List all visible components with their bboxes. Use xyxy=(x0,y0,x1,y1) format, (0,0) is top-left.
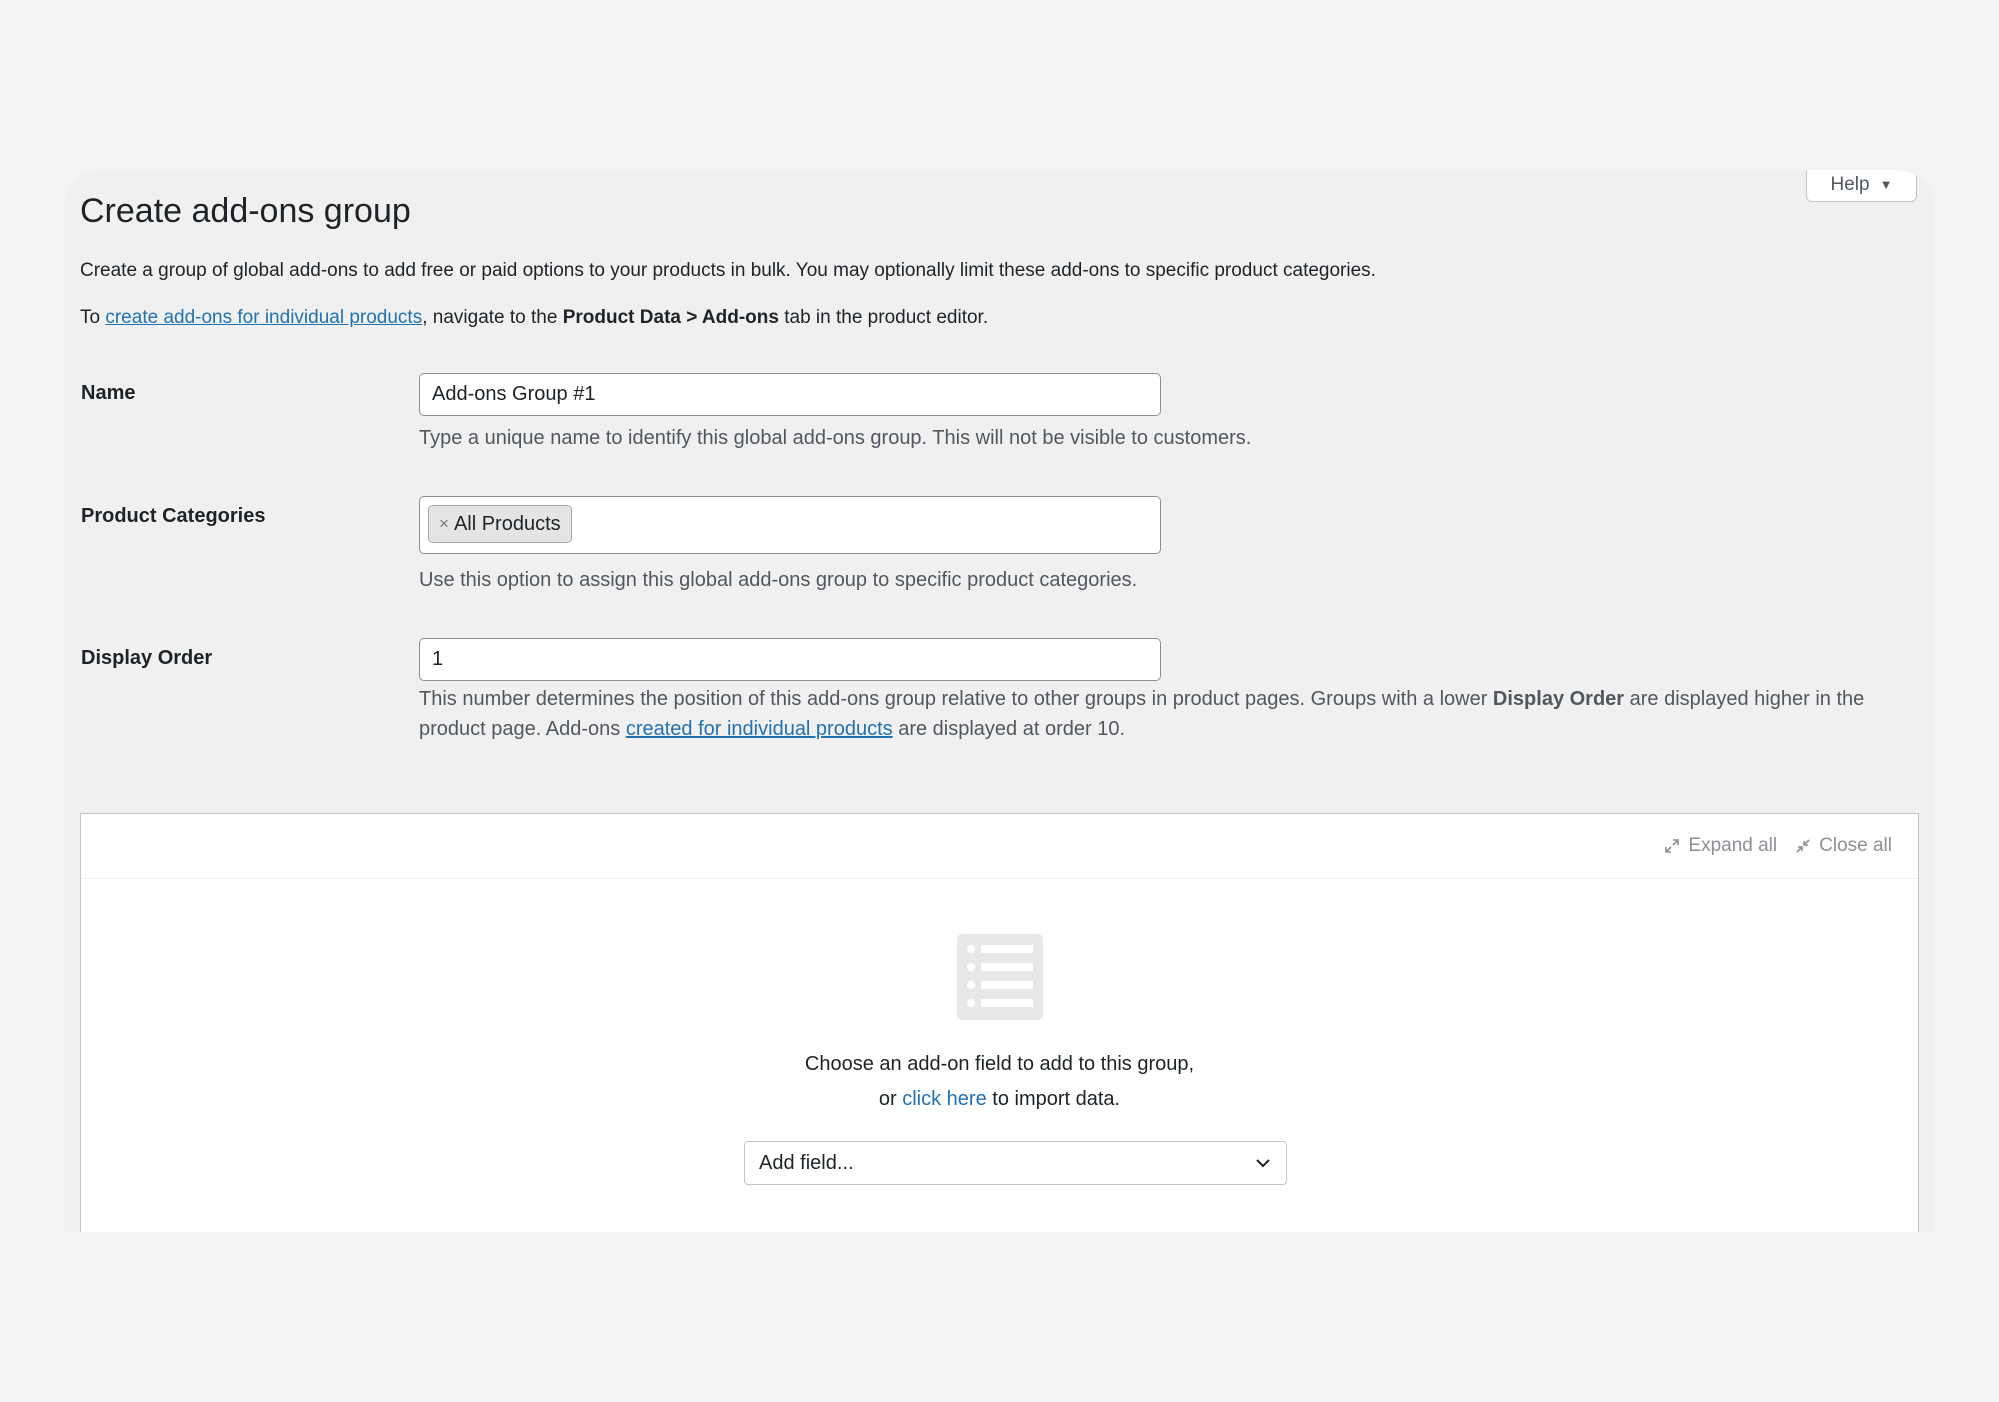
expand-icon xyxy=(1665,839,1680,853)
collapse-icon xyxy=(1796,839,1810,853)
display-order-input[interactable]: 1 xyxy=(419,638,1161,681)
display-order-help-part3: are displayed at order 10. xyxy=(892,718,1126,740)
add-field-value: Add field... xyxy=(759,1151,854,1174)
help-button[interactable]: Help ▼ xyxy=(1806,170,1917,202)
display-order-label: Display Order xyxy=(81,647,213,669)
expand-all-button[interactable]: Expand all xyxy=(1664,835,1777,857)
note-bold: Product Data > Add-ons xyxy=(562,307,779,328)
name-label: Name xyxy=(81,382,136,404)
import-message: or click here to import data. xyxy=(81,1088,1918,1111)
product-categories-input[interactable]: × All Products xyxy=(419,496,1161,554)
product-categories-label: Product Categories xyxy=(81,505,266,527)
page-note: To create add-ons for individual product… xyxy=(80,307,988,329)
help-label: Help xyxy=(1830,173,1870,195)
close-all-label: Close all xyxy=(1819,835,1892,856)
name-help: Type a unique name to identify this glob… xyxy=(419,427,1252,449)
addons-builder: Expand all Close all Choose an add-on fi… xyxy=(80,813,1919,1232)
import-data-link[interactable]: click here xyxy=(902,1088,986,1110)
list-icon xyxy=(956,934,1043,1020)
name-input[interactable]: Add-ons Group #1 xyxy=(419,373,1161,416)
product-categories-help: Use this option to assign this global ad… xyxy=(419,569,1138,591)
display-order-help-bold: Display Order xyxy=(1492,688,1625,710)
add-field-select[interactable]: Add field... xyxy=(744,1141,1287,1185)
expand-all-label: Expand all xyxy=(1688,835,1778,856)
caret-down-icon: ▼ xyxy=(1879,177,1893,192)
import-prefix: or xyxy=(878,1088,903,1110)
empty-message: Choose an add-on field to add to this gr… xyxy=(804,1053,1195,1075)
page-description: Create a group of global add-ons to add … xyxy=(80,260,1376,281)
close-all-button[interactable]: Close all xyxy=(1795,835,1892,857)
chevron-down-icon xyxy=(1256,1159,1270,1168)
import-suffix: to import data. xyxy=(986,1088,1121,1110)
builder-toolbar: Expand all Close all xyxy=(81,814,1918,879)
note-prefix: To xyxy=(80,307,106,328)
category-tag: × All Products xyxy=(428,505,572,543)
display-order-help: This number determines the position of t… xyxy=(419,684,1919,744)
settings-panel: Help ▼ Create add-ons group Create a gro… xyxy=(64,170,1935,1232)
page-title: Create add-ons group xyxy=(80,192,411,230)
category-tag-label: All Products xyxy=(453,512,561,535)
note-suffix: tab in the product editor. xyxy=(778,307,989,328)
note-mid: , navigate to the xyxy=(422,307,563,328)
remove-tag-icon[interactable]: × xyxy=(439,514,449,534)
created-for-individual-products-link[interactable]: created for individual products xyxy=(626,718,893,740)
empty-state: Choose an add-on field to add to this gr… xyxy=(81,934,1918,1111)
individual-products-link[interactable]: create add-ons for individual products xyxy=(105,307,422,328)
display-order-help-part1: This number determines the position of t… xyxy=(419,688,1493,710)
